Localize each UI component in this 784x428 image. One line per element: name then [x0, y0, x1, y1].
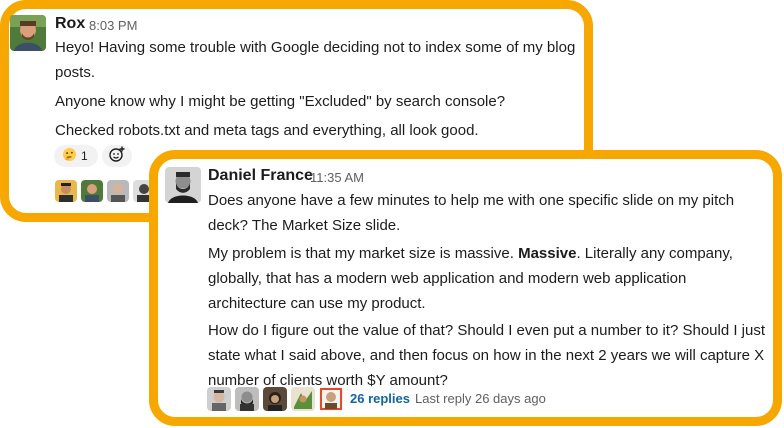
author-name[interactable]: Rox	[55, 15, 85, 33]
replier-avatar[interactable]	[235, 387, 259, 411]
replier-avatar[interactable]	[55, 180, 77, 202]
reaction-thinking[interactable]: 1	[54, 145, 98, 167]
replier-avatar[interactable]	[263, 387, 287, 411]
message-text: Anyone know why I might be getting "Excl…	[55, 93, 506, 110]
message-text: Heyo! Having some trouble with Google de…	[55, 39, 576, 81]
avatar-rox[interactable]	[10, 15, 46, 51]
message-text-part: My problem is that my market size is mas…	[208, 245, 519, 262]
message-text: Does anyone have a few minutes to help m…	[208, 192, 735, 234]
thinking-face-icon	[62, 147, 77, 165]
last-reply-time: Last reply 26 days ago	[415, 391, 546, 406]
message-bold-text: Massive	[518, 245, 577, 262]
timestamp[interactable]: 8:03 PM	[89, 18, 137, 33]
message-text: Checked robots.txt and meta tags and eve…	[55, 122, 479, 139]
add-reaction-button[interactable]	[102, 145, 132, 167]
replier-avatar[interactable]	[291, 387, 315, 411]
author-name[interactable]: Daniel France	[208, 167, 313, 185]
replier-avatar[interactable]	[81, 180, 103, 202]
thread-replies-link[interactable]: 26 replies	[350, 391, 410, 406]
add-emoji-icon	[108, 145, 126, 168]
message-text: How do I figure out the value of that? S…	[208, 322, 766, 389]
replier-avatar[interactable]	[207, 387, 231, 411]
avatar-daniel-france[interactable]	[165, 167, 201, 203]
replier-avatar[interactable]	[107, 180, 129, 202]
message-card-daniel: Daniel France 11:35 AM Does anyone have …	[149, 150, 782, 426]
reaction-count: 1	[81, 149, 88, 163]
message-text: My problem is that my market size is mas…	[208, 241, 768, 316]
replier-avatar[interactable]	[319, 387, 343, 411]
timestamp[interactable]: 11:35 AM	[310, 170, 364, 185]
